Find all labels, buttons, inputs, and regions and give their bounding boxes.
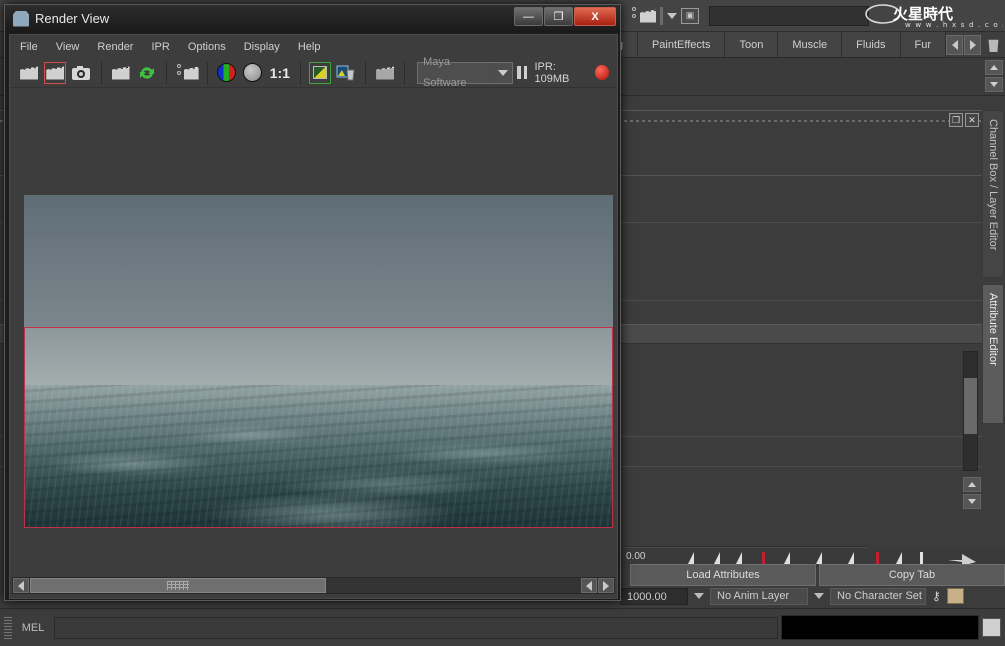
window-title: Render View xyxy=(35,11,109,26)
rendered-ocean-image[interactable] xyxy=(24,195,613,528)
vtab-attribute-editor[interactable]: Attribute Editor xyxy=(982,284,1004,424)
snapshot-icon[interactable] xyxy=(70,62,92,84)
ocean-surface-region xyxy=(24,385,613,528)
pause-icon[interactable] xyxy=(517,66,527,79)
anim-layer-chevron-icon[interactable] xyxy=(694,593,704,599)
keep-image-icon[interactable] xyxy=(309,62,331,84)
panel-vertical-tabs: Channel Box / Layer Editor Attribute Edi… xyxy=(982,110,1005,470)
render-view-horizontal-scrollbar[interactable] xyxy=(12,577,615,594)
copy-tab-button[interactable]: Copy Tab xyxy=(819,564,1005,586)
attribute-editor-scroll-buttons[interactable] xyxy=(963,477,978,511)
command-line: MEL xyxy=(0,608,1005,646)
key-icon[interactable]: ⚷ xyxy=(932,589,941,603)
scroll-down-button[interactable] xyxy=(963,494,981,509)
render-view-window[interactable]: Render View — ❐ X File View Render IPR O… xyxy=(4,4,621,601)
render-image-canvas[interactable] xyxy=(10,88,617,568)
menu-render[interactable]: Render xyxy=(97,41,133,53)
rgb-channel-icon[interactable] xyxy=(216,62,238,84)
render-region-icon[interactable] xyxy=(44,62,66,84)
minimize-button[interactable]: — xyxy=(514,7,543,26)
render-sequence-icon[interactable] xyxy=(175,62,199,84)
anim-layer-dropdown[interactable]: No Anim Layer xyxy=(710,588,808,605)
one-to-one-ratio-label[interactable]: 1:1 xyxy=(268,62,292,84)
site-watermark: 火星時代 w w w . h x s d . c o m xyxy=(861,2,1003,30)
script-editor-icon[interactable] xyxy=(982,618,1001,637)
ipr-render-icon[interactable] xyxy=(109,62,131,84)
animation-bottom-row: 1000.00 No Anim Layer No Character Set ⚷ xyxy=(620,587,1005,605)
close-button[interactable]: X xyxy=(574,7,616,26)
shelf-tab-painteffects[interactable]: PaintEffects xyxy=(638,32,726,57)
close-icon[interactable]: ✕ xyxy=(965,113,979,127)
shelf-tab-fluids[interactable]: Fluids xyxy=(842,32,900,57)
attribute-editor-bottom-buttons: Load Attributes Copy Tab xyxy=(620,564,1005,586)
mel-output-field xyxy=(781,615,979,640)
load-attributes-button[interactable]: Load Attributes xyxy=(630,564,816,586)
menu-file[interactable]: File xyxy=(20,41,38,53)
toolbar-grip[interactable] xyxy=(660,7,663,25)
shelf-scroll-down-button[interactable] xyxy=(985,77,1003,92)
shelf-tab-toon[interactable]: Toon xyxy=(725,32,778,57)
svg-text:w w w . h x s d . c o m: w w w . h x s d . c o m xyxy=(905,21,1003,29)
chevron-down-icon[interactable] xyxy=(667,13,677,19)
menu-display[interactable]: Display xyxy=(244,41,280,53)
scroll-right-button[interactable] xyxy=(598,578,614,593)
menu-ipr[interactable]: IPR xyxy=(151,41,169,53)
render-view-client-area: File View Render IPR Options Display Hel… xyxy=(9,34,618,599)
maximize-button[interactable]: ❐ xyxy=(544,7,573,26)
ipr-record-indicator[interactable] xyxy=(595,65,609,80)
scrollbar-thumb[interactable] xyxy=(30,578,326,593)
character-set-dropdown[interactable]: No Character Set xyxy=(830,588,926,605)
scroll-left-button[interactable] xyxy=(13,578,29,593)
refresh-ipr-icon[interactable] xyxy=(136,62,158,84)
menu-options[interactable]: Options xyxy=(188,41,226,53)
end-frame-input[interactable]: 1000.00 xyxy=(620,588,688,605)
shelf-editor-icon[interactable] xyxy=(632,5,656,27)
chevron-down-icon xyxy=(493,63,512,83)
shelf-prev-button[interactable] xyxy=(946,35,963,55)
mel-label: MEL xyxy=(12,622,54,634)
render-current-frame-icon[interactable] xyxy=(18,62,40,84)
ipr-memory-status: IPR: 109MB xyxy=(534,61,588,85)
renderer-dropdown[interactable]: Maya Software xyxy=(417,62,513,84)
shelf-tab-muscle[interactable]: Muscle xyxy=(778,32,842,57)
command-search-input[interactable] xyxy=(709,6,869,26)
mel-command-input[interactable] xyxy=(54,617,778,639)
render-settings-icon[interactable] xyxy=(374,62,396,84)
alpha-channel-icon[interactable] xyxy=(242,62,264,84)
shelf-scroll-up-button[interactable] xyxy=(985,60,1003,75)
render-view-toolbar: 1:1 Maya Software xyxy=(10,58,617,88)
vtab-channel-box-layer-editor[interactable]: Channel Box / Layer Editor xyxy=(982,110,1004,278)
character-set-chevron-icon[interactable] xyxy=(814,593,824,599)
selection-mask-icon[interactable]: ▣ xyxy=(681,8,699,24)
scroll-up-button[interactable] xyxy=(963,477,981,492)
shelf-next-button[interactable] xyxy=(964,35,981,55)
trash-icon[interactable] xyxy=(987,37,1000,52)
scroll-left-button-right[interactable] xyxy=(581,578,597,593)
undock-icon[interactable]: ❐ xyxy=(949,113,963,127)
command-line-grip[interactable] xyxy=(4,617,12,639)
shelf-tab-fur[interactable]: Fur xyxy=(901,32,947,57)
attribute-editor-scrollbar[interactable] xyxy=(963,351,978,471)
render-view-titlebar[interactable]: Render View — ❐ X xyxy=(5,5,620,32)
window-icon xyxy=(13,11,29,27)
render-view-menubar: File View Render IPR Options Display Hel… xyxy=(10,35,617,58)
remove-image-icon[interactable] xyxy=(335,62,357,84)
sky-upper-region xyxy=(24,195,613,327)
menu-help[interactable]: Help xyxy=(298,41,321,53)
menu-view[interactable]: View xyxy=(56,41,80,53)
auto-key-icon[interactable] xyxy=(947,588,964,604)
